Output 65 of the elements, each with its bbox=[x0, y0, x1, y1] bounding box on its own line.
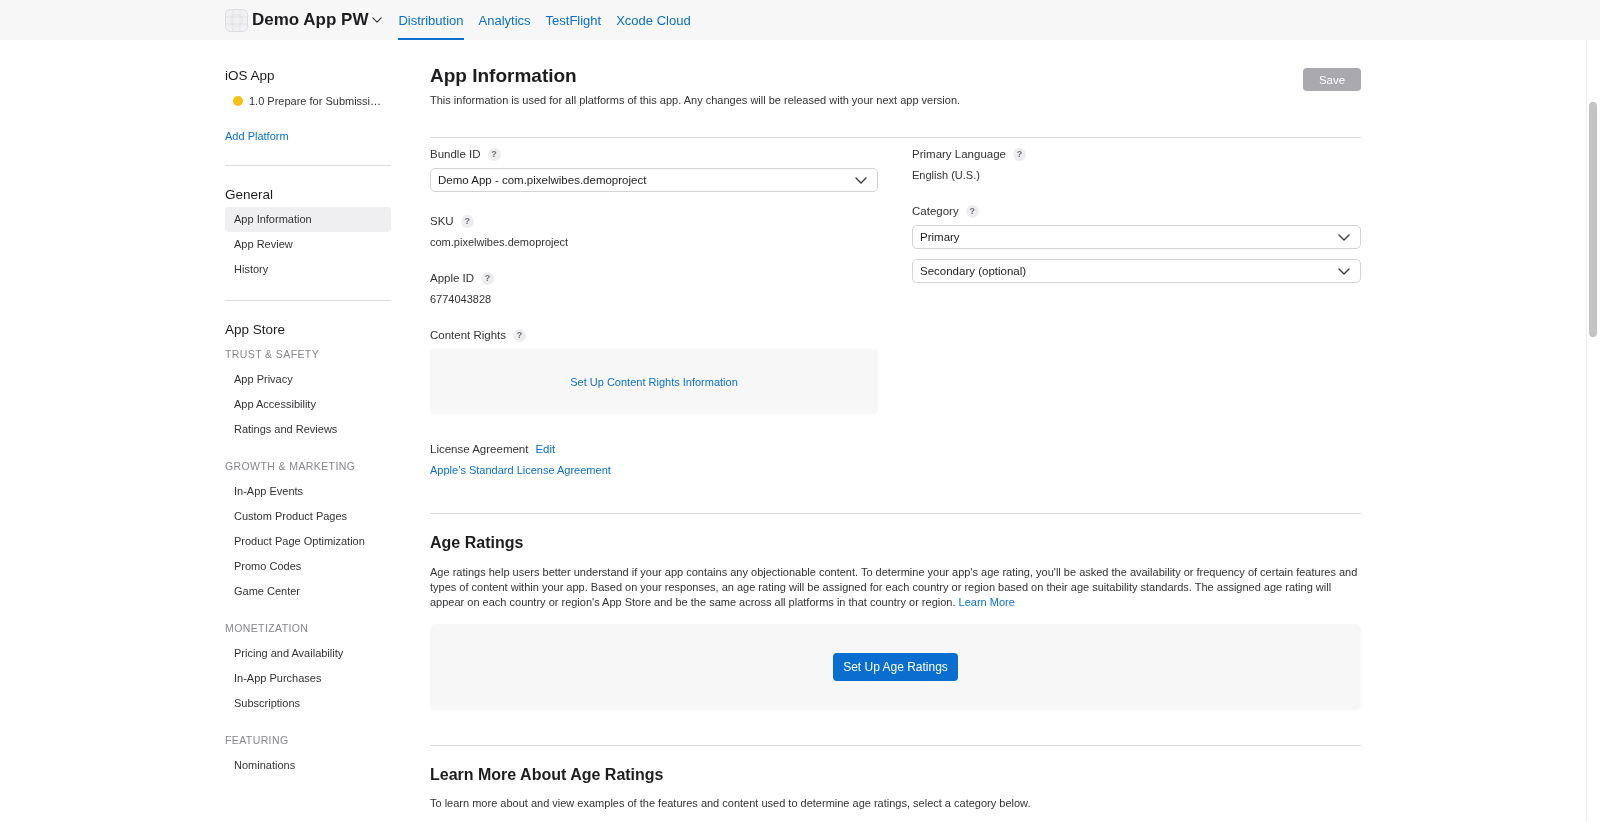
page-description: This information is used for all platforms of this app. Any changes will be released with your next app version. bbox=[430, 93, 962, 107]
help-icon[interactable]: ? bbox=[481, 271, 495, 285]
sidebar-group-heading: FEATURING bbox=[225, 733, 290, 748]
license-link[interactable]: Apple’s Standard License Agreement bbox=[430, 464, 611, 476]
sidebar-item[interactable]: App Privacy bbox=[225, 367, 391, 392]
field-label: Category bbox=[912, 205, 959, 217]
section-title: Age Ratings bbox=[430, 533, 525, 553]
scrollbar-thumb[interactable] bbox=[1589, 102, 1597, 337]
field-value: 6774043828 bbox=[430, 292, 493, 306]
sidebar-section-title: General bbox=[225, 186, 275, 204]
page-title: App Information bbox=[430, 64, 577, 88]
add-platform-link[interactable]: Add Platform bbox=[225, 130, 289, 142]
dropdown-field[interactable]: Demo App - com.pixelwibes.demoproject bbox=[430, 168, 878, 192]
sidebar-item[interactable]: Promo Codes bbox=[225, 554, 391, 579]
help-icon[interactable]: ? bbox=[1013, 147, 1026, 161]
sidebar-group-heading: TRUST & SAFETY bbox=[225, 347, 321, 362]
set-up-age-ratings-button[interactable]: Set Up Age Ratings bbox=[833, 653, 958, 681]
nav-tab[interactable]: Analytics bbox=[478, 0, 531, 40]
field-label: Apple ID bbox=[430, 272, 475, 284]
field-label: Content Rights bbox=[430, 329, 507, 341]
field-label: Bundle ID bbox=[430, 148, 481, 160]
sidebar-item[interactable]: App Accessibility bbox=[225, 392, 391, 417]
chevron-down-icon bbox=[1338, 233, 1350, 241]
app-icon bbox=[225, 8, 248, 32]
sidebar-group-heading: MONETIZATION bbox=[225, 621, 310, 636]
chevron-down-icon bbox=[855, 176, 867, 184]
help-icon[interactable]: ? bbox=[487, 147, 501, 161]
field-label: License Agreement bbox=[430, 443, 529, 455]
nav-tab[interactable]: Distribution bbox=[398, 0, 464, 40]
field-label: SKU bbox=[430, 215, 454, 227]
app-switcher-button[interactable]: Demo App PW bbox=[252, 10, 383, 30]
dropdown-field[interactable]: Primary bbox=[912, 225, 1361, 249]
nav-tab[interactable]: TestFlight bbox=[545, 0, 602, 40]
sidebar-item[interactable]: Pricing and Availability bbox=[225, 641, 391, 666]
section-description: To learn more about and view examples of the features and content used to determine age ratings, select a category below. bbox=[430, 796, 1032, 811]
sidebar-item[interactable]: App Review bbox=[225, 232, 391, 257]
section-title: Learn More About Age Ratings bbox=[430, 765, 665, 785]
field-value: com.pixelwibes.demoproject bbox=[430, 235, 570, 249]
sidebar-item[interactable]: Custom Product Pages bbox=[225, 504, 391, 529]
sidebar-item[interactable]: Subscriptions bbox=[225, 691, 391, 716]
sidebar-item[interactable]: In-App Purchases bbox=[225, 666, 391, 691]
nav-tab[interactable]: Xcode Cloud bbox=[616, 0, 691, 40]
content-rights-link[interactable]: Set Up Content Rights Information bbox=[570, 375, 738, 388]
dropdown-field[interactable]: Secondary (optional) bbox=[912, 259, 1361, 283]
sidebar-section-title: iOS App bbox=[225, 67, 276, 85]
help-icon[interactable]: ? bbox=[965, 204, 979, 218]
sidebar-item[interactable]: Nominations bbox=[225, 753, 391, 778]
sidebar-item[interactable]: Product Page Optimization bbox=[225, 529, 391, 554]
help-icon[interactable]: ? bbox=[460, 214, 474, 228]
chevron-down-icon bbox=[1338, 267, 1350, 275]
sidebar-item[interactable]: History bbox=[225, 257, 391, 282]
sidebar-section-title: App Store bbox=[225, 321, 287, 339]
age-ratings-description: Age ratings help users better understand if your app contains any objectionable content. To determine your app's age rating, you'll be asked the availability or frequency of certain features and types of content within your app. Based on your responses, an age rating will be assigned for each country or region based on their age suitability standards. The assigned age rating will appear on each country or region's App Store and be the same across all platforms in that country or region. Learn More bbox=[430, 565, 1359, 610]
sidebar-group-heading: GROWTH & MARKETING bbox=[225, 459, 357, 474]
help-icon[interactable]: ? bbox=[513, 328, 527, 342]
sidebar-item[interactable]: Game Center bbox=[225, 579, 391, 604]
sidebar-version-item[interactable]: 1.0 Prepare for Submissi… bbox=[225, 88, 391, 113]
edit-link[interactable]: Edit bbox=[535, 443, 556, 455]
field-label: Primary Language bbox=[912, 148, 1006, 160]
learn-more-link[interactable]: Learn More bbox=[958, 596, 1015, 608]
sidebar-item[interactable]: App Information bbox=[225, 207, 391, 232]
sidebar-item[interactable]: Ratings and Reviews bbox=[225, 417, 391, 442]
field-value: English (U.S.) bbox=[912, 168, 981, 182]
sidebar-item[interactable]: In-App Events bbox=[225, 479, 391, 504]
chevron-down-icon bbox=[372, 17, 383, 23]
